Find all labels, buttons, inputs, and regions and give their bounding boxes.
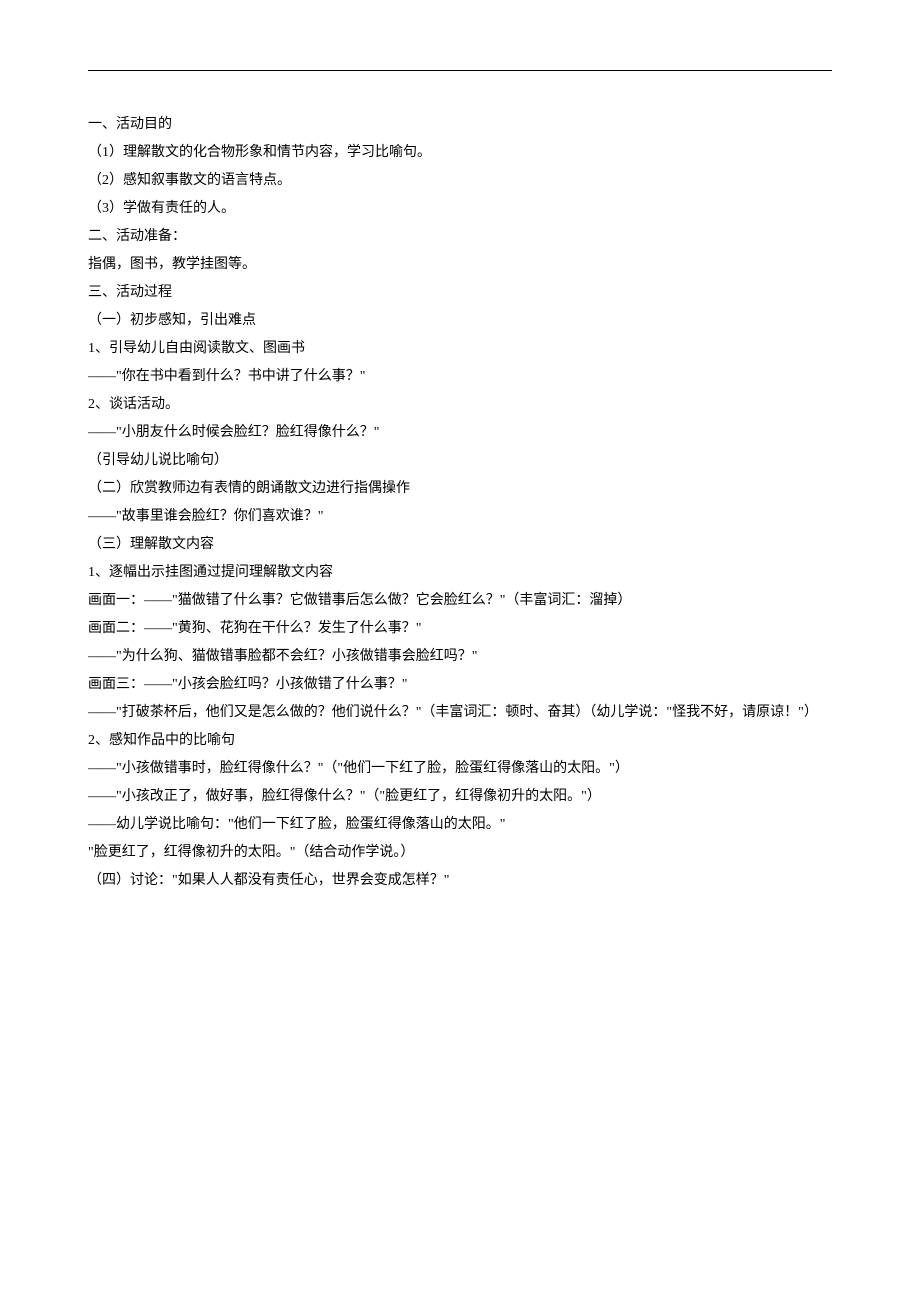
text-line: （2）感知叙事散文的语言特点。 [88,167,832,195]
text-line: 二、活动准备： [88,223,832,251]
text-line: 一、活动目的 [88,111,832,139]
text-line: （二）欣赏教师边有表情的朗诵散文边进行指偶操作 [88,475,832,503]
text-line: 指偶，图书，教学挂图等。 [88,251,832,279]
text-line: 画面二：——"黄狗、花狗在干什么？发生了什么事？" [88,615,832,643]
text-line: （四）讨论："如果人人都没有责任心，世界会变成怎样？" [88,867,832,895]
text-line: （1）理解散文的化合物形象和情节内容，学习比喻句。 [88,139,832,167]
horizontal-divider [88,70,832,71]
text-line: ——"故事里谁会脸红？你们喜欢谁？" [88,503,832,531]
text-line: "脸更红了，红得像初升的太阳。"（结合动作学说。） [88,839,832,867]
text-line: （三）理解散文内容 [88,531,832,559]
text-line: 画面一：——"猫做错了什么事？它做错事后怎么做？它会脸红么？"（丰富词汇：溜掉） [88,587,832,615]
text-line: 2、感知作品中的比喻句 [88,727,832,755]
text-line: ——"小孩做错事时，脸红得像什么？"（"他们一下红了脸，脸蛋红得像落山的太阳。"… [88,755,832,783]
text-line: ——"为什么狗、猫做错事脸都不会红？小孩做错事会脸红吗？" [88,643,832,671]
text-line: （引导幼儿说比喻句） [88,447,832,475]
text-line: ——"小朋友什么时候会脸红？脸红得像什么？" [88,419,832,447]
text-line: ——"你在书中看到什么？书中讲了什么事？" [88,363,832,391]
text-line: 1、逐幅出示挂图通过提问理解散文内容 [88,559,832,587]
text-line: 1、引导幼儿自由阅读散文、图画书 [88,335,832,363]
text-line: 2、谈话活动。 [88,391,832,419]
text-line: ——幼儿学说比喻句："他们一下红了脸，脸蛋红得像落山的太阳。" [88,811,832,839]
text-line: （一）初步感知，引出难点 [88,307,832,335]
text-line: 画面三：——"小孩会脸红吗？小孩做错了什么事？" [88,671,832,699]
document-content: 一、活动目的 （1）理解散文的化合物形象和情节内容，学习比喻句。 （2）感知叙事… [88,111,832,895]
text-line: 三、活动过程 [88,279,832,307]
text-line: （3）学做有责任的人。 [88,195,832,223]
text-line: ——"小孩改正了，做好事，脸红得像什么？"（"脸更红了，红得像初升的太阳。"） [88,783,832,811]
text-line: ——"打破茶杯后，他们又是怎么做的？他们说什么？"（丰富词汇：顿时、奋其）（幼儿… [88,699,832,727]
